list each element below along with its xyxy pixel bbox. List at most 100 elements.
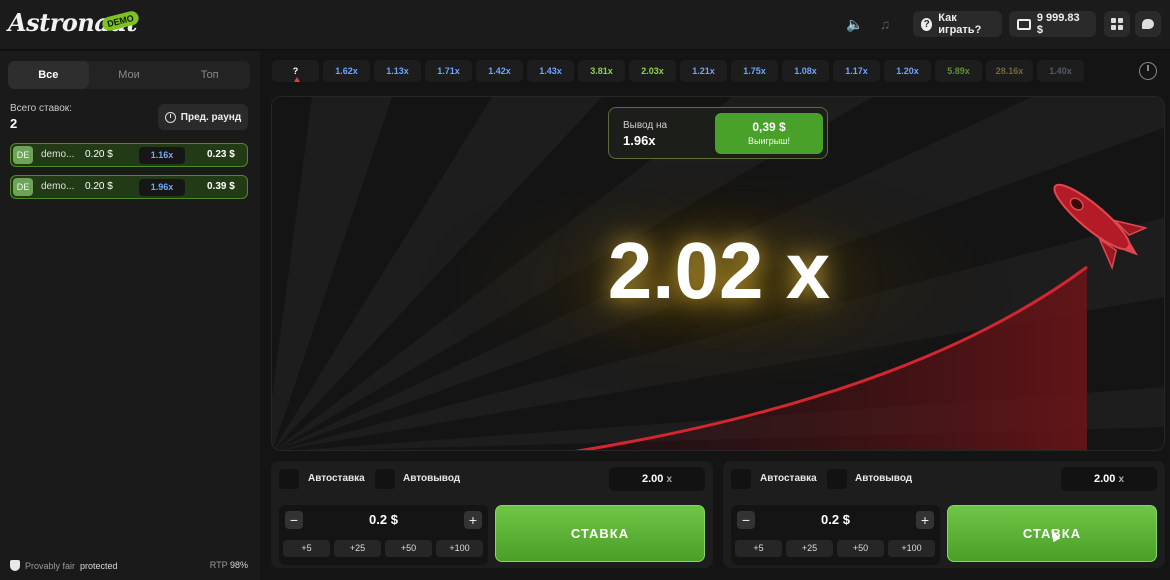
bet-amount-input[interactable]: 0.2 $	[731, 511, 940, 529]
bet-row: DE demo... 0.20 $ 1.96x 0.39 $	[10, 175, 248, 199]
provably-fair-label: Provably fair	[25, 560, 76, 571]
grid-icon	[1111, 18, 1123, 30]
quick-add-25[interactable]: +25	[786, 540, 833, 557]
history-chip[interactable]: 1.13x	[374, 60, 421, 82]
history-chip[interactable]: 1.21x	[680, 60, 727, 82]
wallet-icon	[1017, 18, 1031, 30]
chat-icon	[1142, 19, 1154, 29]
music-off-icon[interactable]: ♫	[872, 12, 898, 36]
provably-fair[interactable]: Provably fair protected	[10, 560, 118, 571]
history-chip[interactable]: 2.03x	[629, 60, 676, 82]
bet-button[interactable]: СТАВКА	[495, 505, 705, 562]
how-to-play-button[interactable]: ? Как играть?	[913, 11, 1002, 37]
quick-add-100[interactable]: +100	[888, 540, 935, 557]
history-chip[interactable]: 3.81x	[578, 60, 625, 82]
history-chip[interactable]: 28.16x	[986, 60, 1033, 82]
total-bets-value: 2	[10, 116, 18, 131]
cashout-amount: 0,39 $	[752, 120, 786, 134]
autocashout-checkbox[interactable]	[827, 469, 847, 489]
history-chip[interactable]: 1.43x	[527, 60, 574, 82]
increase-button[interactable]: +	[464, 511, 482, 529]
game-canvas: Вывод на 1.96x 0,39 $ Выигрыш! 2.02 x	[271, 96, 1165, 451]
autocashout-value: 2.00	[1093, 473, 1116, 485]
tab-all[interactable]: Все	[8, 61, 89, 89]
bets-sidebar: Все Мои Топ Всего ставок: 2 Пред. раунд …	[0, 51, 260, 580]
autocashout-unit: x	[1118, 474, 1125, 485]
autocashout-input[interactable]: 2.00 x	[609, 467, 705, 491]
cashout-label: Вывод на	[623, 120, 668, 131]
autobet-checkbox[interactable]	[731, 469, 751, 489]
cashout-win-box: 0,39 $ Выигрыш!	[715, 113, 823, 154]
autocashout-value: 2.00	[641, 473, 664, 485]
bets-tabs: Все Мои Топ	[8, 61, 250, 89]
history-chip[interactable]: 1.40x	[1037, 60, 1084, 82]
clock-icon	[164, 111, 176, 123]
quick-add-5[interactable]: +5	[283, 540, 330, 557]
previous-round-button[interactable]: Пред. раунд	[158, 104, 248, 130]
autocashout-label: Автовывод	[855, 473, 913, 484]
rtp-label: RTP	[209, 560, 228, 570]
balance-value: 9 999.83 $	[1036, 12, 1080, 36]
shield-icon	[10, 560, 20, 571]
autocashout-input[interactable]: 2.00 x	[1061, 467, 1157, 491]
bet-win: 0.23 $	[207, 149, 235, 160]
avatar: DE	[13, 146, 33, 164]
bet-win: 0.39 $	[207, 181, 235, 192]
bet-row: DE demo... 0.20 $ 1.16x 0.23 $	[10, 143, 248, 167]
history-clock-icon[interactable]	[1139, 62, 1157, 80]
tab-top[interactable]: Топ	[169, 61, 250, 89]
how-to-play-label: Как играть?	[938, 12, 982, 36]
autocashout-checkbox[interactable]	[375, 469, 395, 489]
bet-amount: 0.20 $	[85, 149, 113, 160]
rtp-value: 98%	[229, 560, 248, 570]
cashout-notification: Вывод на 1.96x 0,39 $ Выигрыш!	[608, 107, 828, 159]
bet-multiplier: 1.96x	[139, 179, 185, 196]
quick-add-50[interactable]: +50	[837, 540, 884, 557]
current-multiplier: 2.02 x	[607, 226, 831, 315]
history-chip[interactable]: 1.08x	[782, 60, 829, 82]
autobet-label: Автоставка	[308, 473, 365, 484]
quick-add-50[interactable]: +50	[385, 540, 432, 557]
cashout-multiplier: 1.96x	[623, 133, 656, 148]
rtp-info: RTP 98%	[210, 560, 248, 570]
history-chip[interactable]: 1.17x	[833, 60, 880, 82]
history-chip[interactable]: 5.89x	[935, 60, 982, 82]
quick-add-100[interactable]: +100	[436, 540, 483, 557]
avatar: DE	[13, 178, 33, 196]
multiplier-history: ? 1.62x 1.13x 1.71x 1.42x 1.43x 3.81x 2.03x 1.21…	[272, 60, 1120, 82]
player-name: demo...	[41, 181, 75, 192]
bet-amount: 0.20 $	[85, 181, 113, 192]
history-chip[interactable]: 1.62x	[323, 60, 370, 82]
current-round-marker	[294, 77, 300, 82]
chat-button[interactable]	[1135, 11, 1161, 37]
total-bets-label: Всего ставок:	[10, 103, 72, 114]
cashout-win-label: Выигрыш!	[748, 136, 790, 146]
player-name: demo...	[41, 149, 75, 160]
question-icon: ?	[921, 17, 933, 31]
bet-multiplier: 1.16x	[139, 147, 185, 164]
history-chip[interactable]: 1.75x	[731, 60, 778, 82]
header: Astronaut DEMO 🔈 ♫ ? Как играть? 9 999.8…	[0, 0, 1170, 50]
quick-add-5[interactable]: +5	[735, 540, 782, 557]
quick-add-25[interactable]: +25	[334, 540, 381, 557]
autocashout-unit: x	[666, 474, 673, 485]
history-chip[interactable]: 1.20x	[884, 60, 931, 82]
autobet-checkbox[interactable]	[279, 469, 299, 489]
increase-button[interactable]: +	[916, 511, 934, 529]
game-screen: Astronaut DEMO 🔈 ♫ ? Как играть? 9 999.8…	[0, 0, 1170, 580]
bet-panel-1: Автоставка Автовывод 2.00 x − 0.2 $ + +5…	[271, 461, 713, 568]
bet-panel-2: Автоставка Автовывод 2.00 x − 0.2 $ + +5…	[723, 461, 1165, 568]
balance-button[interactable]: 9 999.83 $	[1009, 11, 1096, 37]
bet-amount-input[interactable]: 0.2 $	[279, 511, 488, 529]
autobet-label: Автоставка	[760, 473, 817, 484]
tab-my[interactable]: Мои	[89, 61, 170, 89]
history-chip[interactable]: 1.71x	[425, 60, 472, 82]
protected-label: protected	[80, 560, 118, 571]
bet-amount-stepper: − 0.2 $ + +5 +25 +50 +100	[731, 505, 940, 565]
sound-icon[interactable]: 🔈	[842, 12, 868, 36]
menu-button[interactable]	[1104, 11, 1130, 37]
autocashout-label: Автовывод	[403, 473, 461, 484]
bet-amount-stepper: − 0.2 $ + +5 +25 +50 +100	[279, 505, 488, 565]
previous-round-label: Пред. раунд	[180, 111, 242, 123]
history-chip[interactable]: 1.42x	[476, 60, 523, 82]
